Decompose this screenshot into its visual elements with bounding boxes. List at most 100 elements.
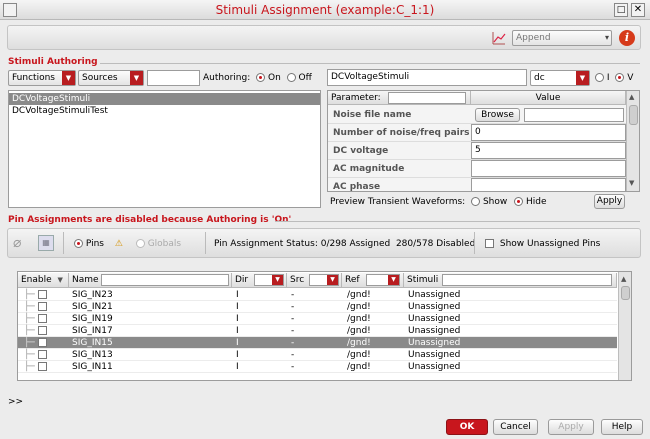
src-filter-input[interactable]: ▼ [309, 274, 339, 286]
apply-button[interactable]: Apply [548, 419, 594, 435]
ok-button[interactable]: OK [446, 419, 488, 435]
parameter-value[interactable]: 5 [471, 142, 626, 159]
scroll-thumb[interactable] [621, 286, 630, 300]
scroll-thumb[interactable] [629, 105, 638, 125]
chart-icon[interactable] [491, 30, 507, 46]
enable-column-header[interactable]: Enable ▼ [18, 273, 69, 288]
pin-name: SIG_IN19 [72, 314, 113, 324]
enable-checkbox[interactable] [38, 362, 47, 371]
enable-checkbox[interactable] [38, 302, 47, 311]
chevron-down-icon: ▼ [62, 71, 75, 85]
mode-select-value: Append [516, 33, 551, 43]
pins-globals-toggle: Pins ⚠ Globals [74, 238, 181, 250]
enable-checkbox[interactable] [38, 338, 47, 347]
show-unassigned-label: Show Unassigned Pins [499, 239, 601, 249]
toolbar-separator [474, 232, 475, 254]
iv-toggle: I V [595, 72, 633, 84]
close-icon[interactable]: ✕ [631, 3, 645, 17]
name-filter-input[interactable] [101, 274, 229, 286]
chevron-up-icon[interactable]: ▲ [621, 275, 626, 283]
dir-filter-input[interactable]: ▼ [254, 274, 284, 286]
preview-hide-label: Hide [526, 197, 547, 207]
browse-button[interactable]: Browse [475, 108, 520, 122]
dir-header-label: Dir [235, 275, 249, 285]
paperclip-icon[interactable]: ⌀ [13, 235, 29, 251]
pin-src: - [291, 314, 295, 324]
voltage-radio[interactable] [615, 73, 625, 82]
help-button[interactable]: Help [601, 419, 643, 435]
ref-filter-input[interactable]: ▼ [366, 274, 400, 286]
pin-name: SIG_IN21 [72, 302, 113, 312]
parameter-value[interactable] [471, 178, 626, 191]
parameter-value[interactable]: 0 [471, 124, 626, 141]
pin-ref: /gnd! [347, 350, 371, 360]
filter-input[interactable] [147, 70, 200, 86]
parameter-rows: Noise file name Browse Number of noise/f… [328, 107, 626, 191]
parameter-scrollbar[interactable]: ▲ ▼ [626, 91, 639, 191]
list-item[interactable]: DCVoltageStimuli [9, 93, 320, 105]
enable-header-label: Enable [21, 275, 52, 285]
preview-hide-radio[interactable] [514, 197, 524, 206]
name-column-header[interactable]: Name [69, 273, 232, 288]
pin-src: - [291, 326, 295, 336]
authoring-apply-button[interactable]: Apply [594, 194, 625, 209]
src-column-header[interactable]: Src ▼ [287, 273, 342, 288]
pin-name: SIG_IN23 [72, 290, 113, 300]
parameter-row: AC magnitude [328, 160, 626, 178]
preview-waveforms: Preview Transient Waveforms: Show Hide [330, 196, 547, 208]
pin-stimuli: Unassigned [408, 302, 461, 312]
enable-checkbox[interactable] [38, 290, 47, 299]
pin-dir: I [236, 350, 239, 360]
authoring-on-label: On [268, 73, 281, 83]
current-radio[interactable] [595, 73, 604, 82]
table-edit-icon[interactable]: ▦ [38, 235, 54, 251]
table-row-selected[interactable]: ├─ SIG_IN15 I - /gnd! Unassigned [18, 337, 617, 349]
tree-line: ├─ [24, 302, 35, 312]
ref-column-header[interactable]: Ref ▼ [342, 273, 404, 288]
info-icon[interactable]: i [619, 30, 635, 46]
pins-radio[interactable] [74, 239, 83, 248]
table-row[interactable]: ├─ SIG_IN13 I - /gnd! Unassigned [18, 349, 617, 361]
show-unassigned-checkbox[interactable] [485, 239, 494, 248]
pin-table-scrollbar[interactable]: ▲ [618, 272, 631, 380]
list-item[interactable]: DCVoltageStimuliTest [9, 105, 320, 117]
preview-show-radio[interactable] [471, 197, 481, 206]
stimuli-authoring-heading: Stimuli Authoring [8, 57, 98, 67]
enable-checkbox[interactable] [38, 350, 47, 359]
stimulus-type-select[interactable]: dc ▼ [530, 70, 590, 86]
chevron-down-icon[interactable]: ▼ [629, 179, 634, 187]
table-row[interactable]: ├─ SIG_IN11 I - /gnd! Unassigned [18, 361, 617, 373]
enable-checkbox[interactable] [38, 326, 47, 335]
stimuli-column-header[interactable]: Stimuli [404, 273, 617, 288]
chevron-up-icon[interactable]: ▲ [629, 93, 634, 101]
pin-ref: /gnd! [347, 290, 371, 300]
globals-radio[interactable] [135, 239, 145, 248]
table-row[interactable]: ├─ SIG_IN21 I - /gnd! Unassigned [18, 301, 617, 313]
mode-select[interactable]: Append ▾ [512, 30, 612, 46]
tree-line: ├─ [24, 362, 35, 372]
parameter-filter-input[interactable] [388, 92, 466, 104]
sources-select[interactable]: Sources ▼ [78, 70, 144, 86]
authoring-on-radio[interactable] [256, 73, 266, 82]
console-prompt[interactable]: >> [8, 397, 23, 407]
authoring-off-radio[interactable] [286, 73, 296, 82]
table-row[interactable]: ├─ SIG_IN19 I - /gnd! Unassigned [18, 313, 617, 325]
dir-column-header[interactable]: Dir ▼ [232, 273, 287, 288]
stimulus-name-input[interactable]: DCVoltageStimuli [327, 69, 527, 86]
parameter-row: AC phase [328, 178, 626, 191]
parameter-name: DC voltage [333, 146, 389, 156]
cancel-button[interactable]: Cancel [493, 419, 538, 435]
pin-ref: /gnd! [347, 338, 371, 348]
stimuli-filter-input[interactable] [442, 274, 612, 286]
table-row[interactable]: ├─ SIG_IN17 I - /gnd! Unassigned [18, 325, 617, 337]
authoring-off-label: Off [298, 73, 312, 83]
parameter-value[interactable] [471, 160, 626, 177]
table-row[interactable]: ├─ SIG_IN23 I - /gnd! Unassigned [18, 289, 617, 301]
pin-src: - [291, 290, 295, 300]
noise-file-input[interactable] [524, 108, 624, 122]
enable-checkbox[interactable] [38, 314, 47, 323]
chevron-down-icon: ▼ [388, 275, 399, 285]
functions-select[interactable]: Functions ▼ [8, 70, 76, 86]
name-header-label: Name [72, 275, 99, 285]
maximize-icon[interactable]: □ [614, 3, 628, 17]
